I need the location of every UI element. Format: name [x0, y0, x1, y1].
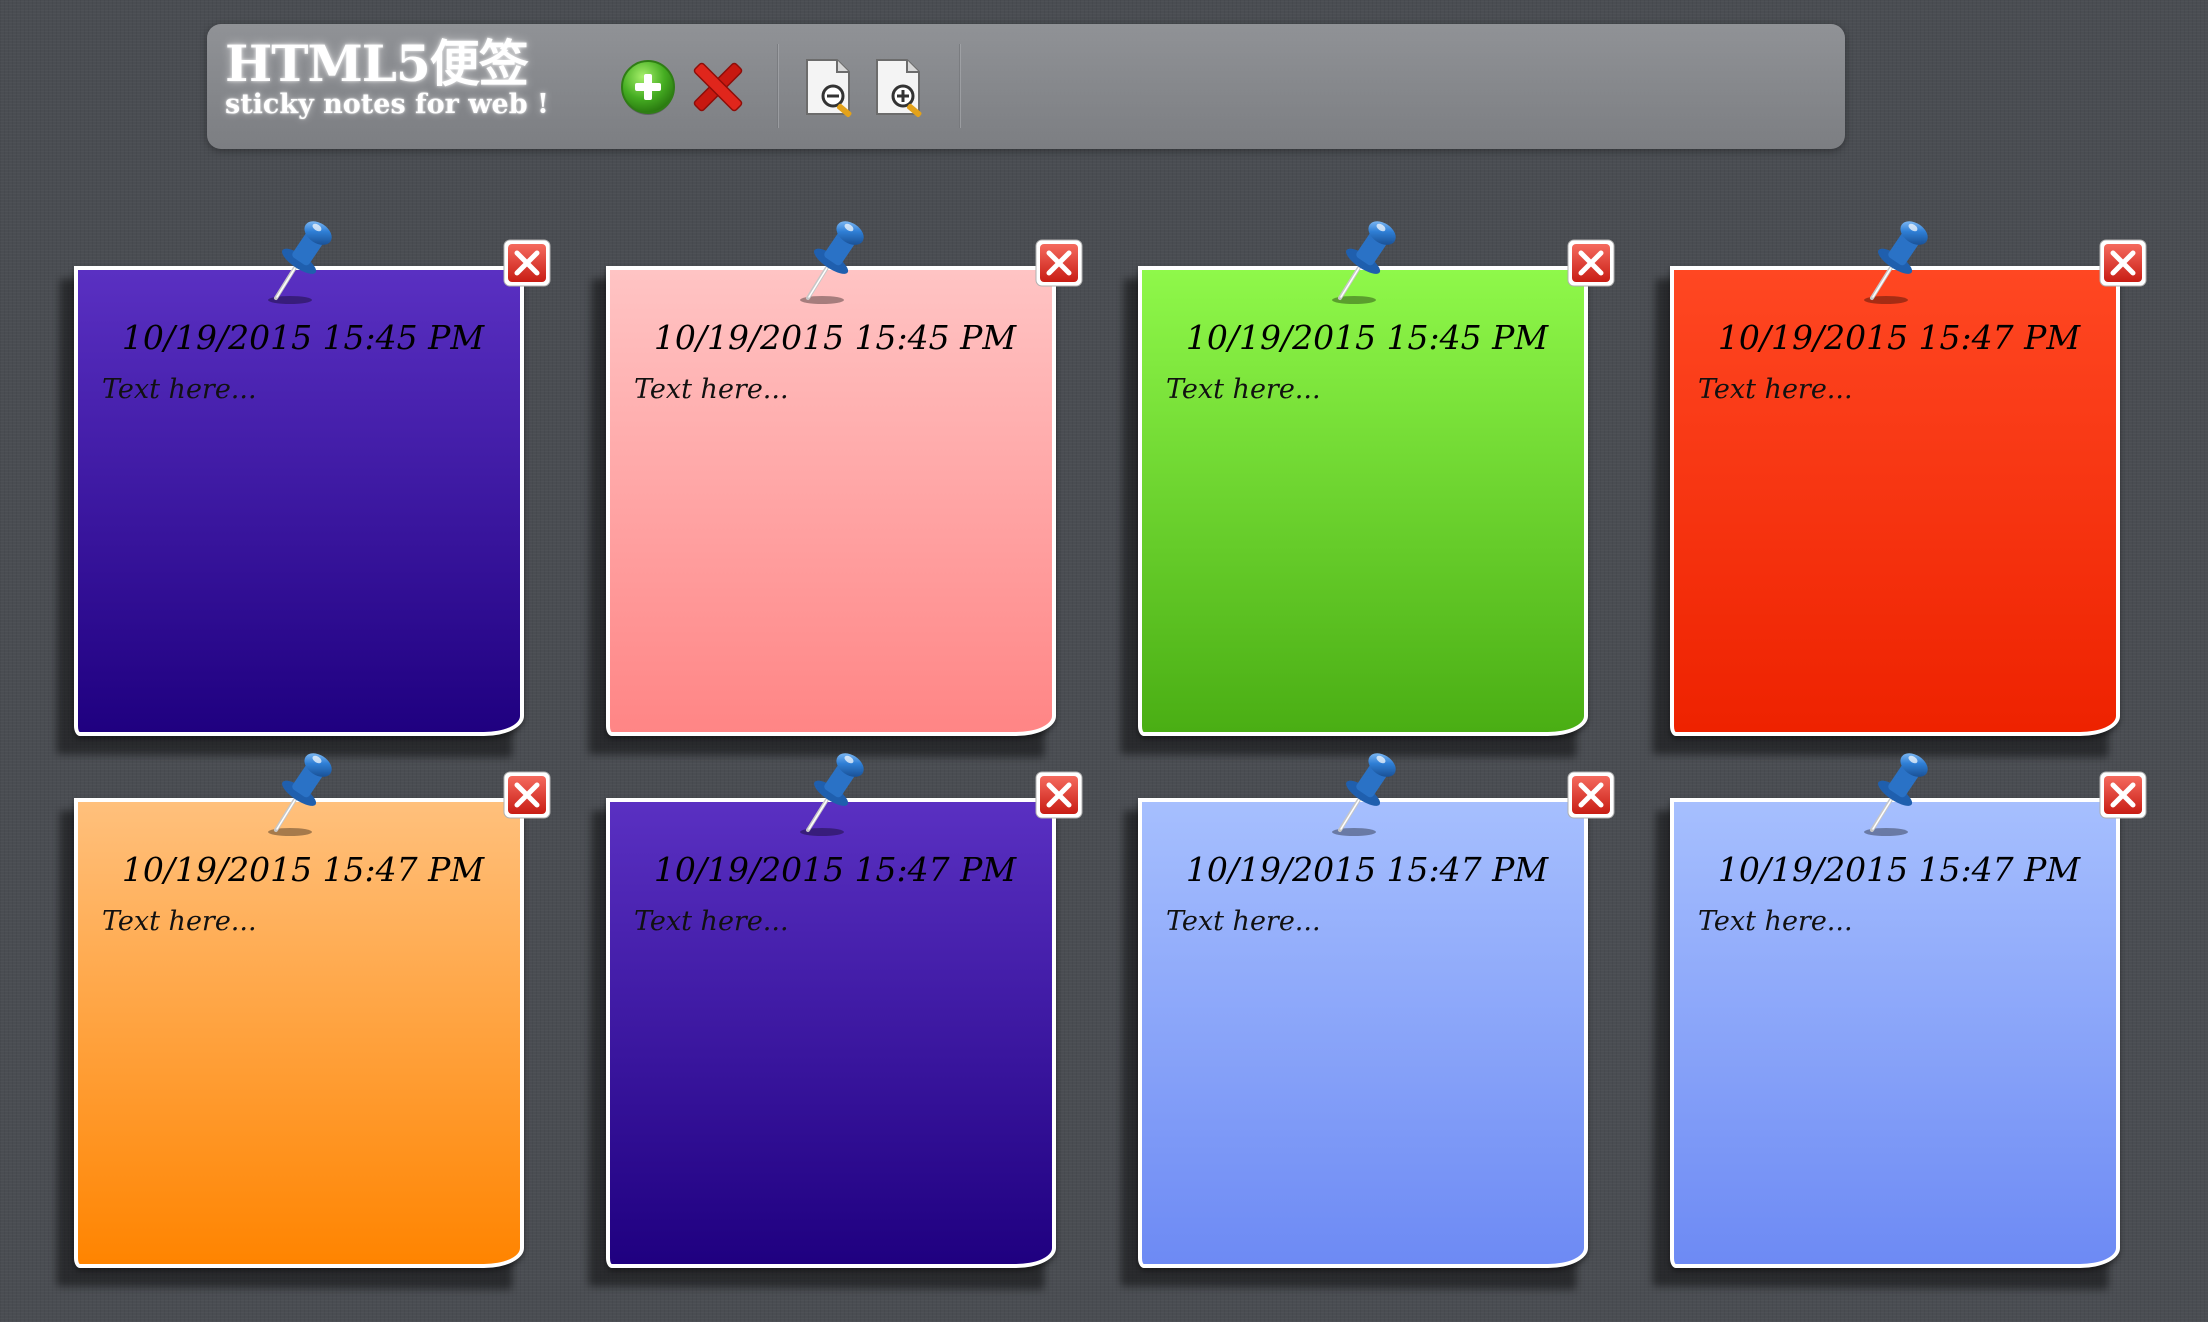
note-text[interactable]: Text here... — [102, 906, 257, 937]
note-date: 10/19/2015 15:45 PM — [121, 318, 485, 357]
note-paper[interactable]: 10/19/2015 15:45 PM Text here... — [1138, 266, 1588, 736]
sticky-note[interactable]: 10/19/2015 15:45 PM Text here... — [588, 221, 1083, 758]
close-icon — [503, 771, 551, 819]
note-paper[interactable]: 10/19/2015 15:45 PM Text here... — [74, 266, 524, 736]
sticky-note[interactable]: 10/19/2015 15:47 PM Text here... — [1652, 753, 2147, 1290]
pushpin-icon — [792, 214, 872, 310]
sticky-note[interactable]: 10/19/2015 15:47 PM Text here... — [1120, 753, 1615, 1290]
close-note-button[interactable] — [502, 770, 552, 820]
note-text[interactable]: Text here... — [1166, 906, 1321, 937]
note-paper[interactable]: 10/19/2015 15:47 PM Text here... — [1670, 266, 2120, 736]
pushpin-icon — [260, 214, 340, 310]
pushpin-icon — [260, 746, 340, 842]
note-paper[interactable]: 10/19/2015 15:47 PM Text here... — [606, 798, 1056, 1268]
note-text[interactable]: Text here... — [1166, 374, 1321, 405]
close-note-button[interactable] — [502, 238, 552, 288]
note-paper[interactable]: 10/19/2015 15:47 PM Text here... — [1670, 798, 2120, 1268]
close-icon — [1567, 239, 1615, 287]
note-date: 10/19/2015 15:47 PM — [1717, 318, 2081, 357]
notes-board: 10/19/2015 15:45 PM Text here... 10/19/2… — [0, 0, 2208, 1322]
note-text[interactable]: Text here... — [102, 374, 257, 405]
close-icon — [2099, 239, 2147, 287]
note-text[interactable]: Text here... — [1698, 906, 1853, 937]
close-note-button[interactable] — [1034, 770, 1084, 820]
note-date: 10/19/2015 15:45 PM — [653, 318, 1017, 357]
pushpin-icon — [1324, 746, 1404, 842]
pushpin-icon — [1856, 214, 1936, 310]
close-icon — [1035, 771, 1083, 819]
close-note-button[interactable] — [1566, 238, 1616, 288]
close-note-button[interactable] — [2098, 238, 2148, 288]
note-date: 10/19/2015 15:47 PM — [121, 850, 485, 889]
note-date: 10/19/2015 15:47 PM — [1717, 850, 2081, 889]
close-icon — [2099, 771, 2147, 819]
pushpin-icon — [1324, 214, 1404, 310]
pushpin-icon — [792, 746, 872, 842]
close-icon — [1567, 771, 1615, 819]
note-date: 10/19/2015 15:47 PM — [1185, 850, 1549, 889]
close-note-button[interactable] — [1034, 238, 1084, 288]
note-date: 10/19/2015 15:47 PM — [653, 850, 1017, 889]
note-paper[interactable]: 10/19/2015 15:47 PM Text here... — [1138, 798, 1588, 1268]
note-text[interactable]: Text here... — [634, 906, 789, 937]
note-text[interactable]: Text here... — [634, 374, 789, 405]
note-paper[interactable]: 10/19/2015 15:47 PM Text here... — [74, 798, 524, 1268]
close-note-button[interactable] — [2098, 770, 2148, 820]
sticky-note[interactable]: 10/19/2015 15:45 PM Text here... — [1120, 221, 1615, 758]
sticky-note[interactable]: 10/19/2015 15:47 PM Text here... — [1652, 221, 2147, 758]
note-date: 10/19/2015 15:45 PM — [1185, 318, 1549, 357]
sticky-note[interactable]: 10/19/2015 15:47 PM Text here... — [588, 753, 1083, 1290]
note-paper[interactable]: 10/19/2015 15:45 PM Text here... — [606, 266, 1056, 736]
close-note-button[interactable] — [1566, 770, 1616, 820]
close-icon — [1035, 239, 1083, 287]
pushpin-icon — [1856, 746, 1936, 842]
sticky-note[interactable]: 10/19/2015 15:47 PM Text here... — [56, 753, 551, 1290]
sticky-note[interactable]: 10/19/2015 15:45 PM Text here... — [56, 221, 551, 758]
note-text[interactable]: Text here... — [1698, 374, 1853, 405]
close-icon — [503, 239, 551, 287]
